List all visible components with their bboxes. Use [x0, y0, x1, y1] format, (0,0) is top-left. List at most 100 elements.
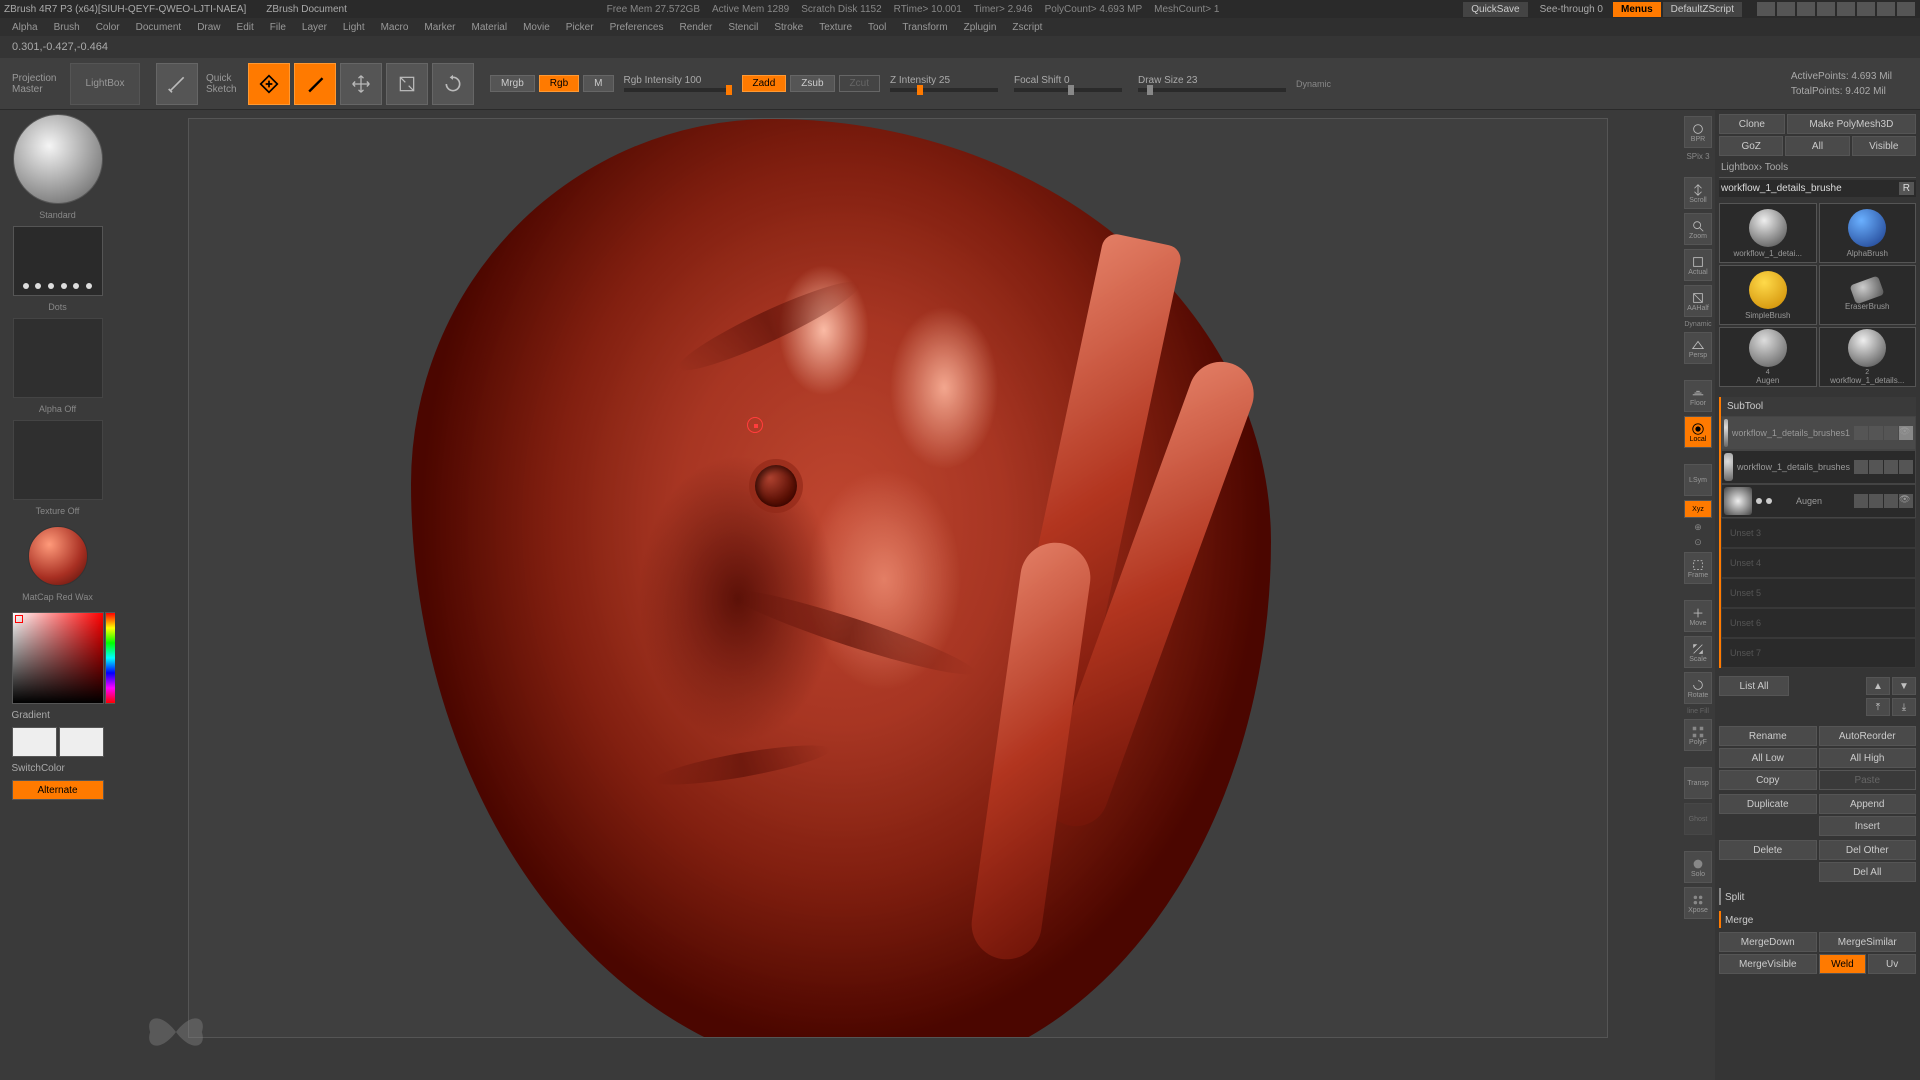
move-up-button[interactable]: ▲ [1866, 677, 1890, 695]
tool-slot[interactable]: 2workflow_1_details... [1819, 327, 1917, 387]
window-close-icon[interactable] [1897, 2, 1915, 16]
clone-button[interactable]: Clone [1719, 114, 1785, 134]
menu-material[interactable]: Material [472, 22, 508, 33]
scale-button[interactable] [386, 63, 428, 105]
tool-slot[interactable]: workflow_1_detai... [1719, 203, 1817, 263]
goz-visible-button[interactable]: Visible [1852, 136, 1916, 156]
all-high-button[interactable]: All High [1819, 748, 1917, 768]
menu-marker[interactable]: Marker [424, 22, 455, 33]
viewport[interactable] [188, 118, 1608, 1038]
merge-similar-button[interactable]: MergeSimilar [1819, 932, 1917, 952]
menu-transform[interactable]: Transform [902, 22, 947, 33]
menu-zplugin[interactable]: Zplugin [964, 22, 997, 33]
menu-picker[interactable]: Picker [566, 22, 594, 33]
floor-button[interactable]: Floor [1684, 380, 1712, 412]
xyz-button[interactable]: Xyz [1684, 500, 1712, 518]
window-icon[interactable] [1757, 2, 1775, 16]
actual-button[interactable]: Actual [1684, 249, 1712, 281]
edit-button[interactable] [248, 63, 290, 105]
zoom-button[interactable]: Zoom [1684, 213, 1712, 245]
switch-color-button[interactable]: SwitchColor [12, 761, 104, 776]
paste-button[interactable]: Paste [1819, 770, 1917, 790]
bpr-button[interactable]: BPR [1684, 116, 1712, 148]
menu-preferences[interactable]: Preferences [610, 22, 664, 33]
uv-button[interactable]: Uv [1868, 954, 1916, 974]
make-polymesh3d-button[interactable]: Make PolyMesh3D [1787, 114, 1916, 134]
polyf-button[interactable]: PolyF [1684, 719, 1712, 751]
menu-light[interactable]: Light [343, 22, 365, 33]
defaultscript-button[interactable]: DefaultZScript [1663, 2, 1742, 17]
move-down-button[interactable]: ▼ [1892, 677, 1916, 695]
quick-sketch-button[interactable] [156, 63, 198, 105]
split-header[interactable]: Split [1719, 888, 1916, 905]
window-min-icon[interactable] [1857, 2, 1875, 16]
alternate-button[interactable]: Alternate [12, 780, 104, 800]
subtool-empty[interactable]: Unset 3 [1721, 518, 1916, 548]
merge-down-button[interactable]: MergeDown [1719, 932, 1817, 952]
window-icon[interactable] [1817, 2, 1835, 16]
goz-button[interactable]: GoZ [1719, 136, 1783, 156]
rotate-button[interactable] [432, 63, 474, 105]
draw-button[interactable] [294, 63, 336, 105]
zsub-button[interactable]: Zsub [790, 75, 834, 92]
lsym-button[interactable]: LSym [1684, 464, 1712, 496]
dynamic-label[interactable]: Dynamic [1296, 79, 1331, 89]
scroll-button[interactable]: Scroll [1684, 177, 1712, 209]
subtool-header[interactable]: SubTool [1721, 397, 1916, 416]
menu-macro[interactable]: Macro [381, 22, 409, 33]
subtool-empty[interactable]: Unset 4 [1721, 548, 1916, 578]
delete-button[interactable]: Delete [1719, 840, 1817, 860]
spix-slider[interactable]: SPix 3 [1686, 152, 1709, 161]
menus-button[interactable]: Menus [1613, 2, 1661, 17]
merge-visible-button[interactable]: MergeVisible [1719, 954, 1817, 974]
rotate-nav-button[interactable]: Rotate [1684, 672, 1712, 704]
color-picker[interactable] [12, 612, 104, 704]
main-color-swatch[interactable] [12, 727, 57, 757]
menu-document[interactable]: Document [136, 22, 182, 33]
gradient-label[interactable]: Gradient [12, 708, 104, 723]
tool-slot[interactable]: AlphaBrush [1819, 203, 1917, 263]
xpose-button[interactable]: Xpose [1684, 887, 1712, 919]
m-button[interactable]: M [583, 75, 613, 92]
quicksave-button[interactable]: QuickSave [1463, 2, 1527, 17]
focal-shift-slider[interactable]: Focal Shift 0 [1008, 75, 1128, 92]
window-icon[interactable] [1837, 2, 1855, 16]
tool-slot[interactable]: EraserBrush [1819, 265, 1917, 325]
menu-stroke[interactable]: Stroke [774, 22, 803, 33]
menu-layer[interactable]: Layer [302, 22, 327, 33]
menu-tool[interactable]: Tool [868, 22, 886, 33]
del-other-button[interactable]: Del Other [1819, 840, 1917, 860]
move-bottom-button[interactable]: ⤓ [1892, 698, 1916, 716]
aahalf-button[interactable]: AAHalf [1684, 285, 1712, 317]
weld-button[interactable]: Weld [1819, 954, 1867, 974]
tool-slot[interactable]: 4Augen [1719, 327, 1817, 387]
move-top-button[interactable]: ⤒ [1866, 698, 1890, 716]
menu-render[interactable]: Render [680, 22, 713, 33]
menu-movie[interactable]: Movie [523, 22, 550, 33]
move-nav-button[interactable]: Move [1684, 600, 1712, 632]
zcut-button[interactable]: Zcut [839, 75, 880, 92]
menu-zscript[interactable]: Zscript [1012, 22, 1042, 33]
menu-file[interactable]: File [270, 22, 286, 33]
tool-slot[interactable]: SimpleBrush [1719, 265, 1817, 325]
lightbox-button[interactable]: LightBox [70, 63, 140, 105]
persp-button[interactable]: Persp [1684, 332, 1712, 364]
r-button[interactable]: R [1899, 182, 1914, 195]
menu-color[interactable]: Color [96, 22, 120, 33]
z-intensity-slider[interactable]: Z Intensity 25 [884, 75, 1004, 92]
see-through-slider[interactable]: See-through 0 [1540, 4, 1603, 15]
rename-button[interactable]: Rename [1719, 726, 1817, 746]
scale-nav-button[interactable]: Scale [1684, 636, 1712, 668]
window-icon[interactable] [1797, 2, 1815, 16]
window-icon[interactable] [1777, 2, 1795, 16]
zadd-button[interactable]: Zadd [742, 75, 787, 92]
insert-button[interactable]: Insert [1819, 816, 1917, 836]
frame-button[interactable]: Frame [1684, 552, 1712, 584]
duplicate-button[interactable]: Duplicate [1719, 794, 1817, 814]
menu-alpha[interactable]: Alpha [12, 22, 38, 33]
subtool-item[interactable]: workflow_1_details_brushes1 👁 [1721, 416, 1916, 450]
stroke-thumbnail[interactable] [13, 226, 103, 296]
subtool-item[interactable]: Augen 👁 [1721, 484, 1916, 518]
menu-brush[interactable]: Brush [54, 22, 80, 33]
draw-size-slider[interactable]: Draw Size 23 [1132, 75, 1292, 92]
